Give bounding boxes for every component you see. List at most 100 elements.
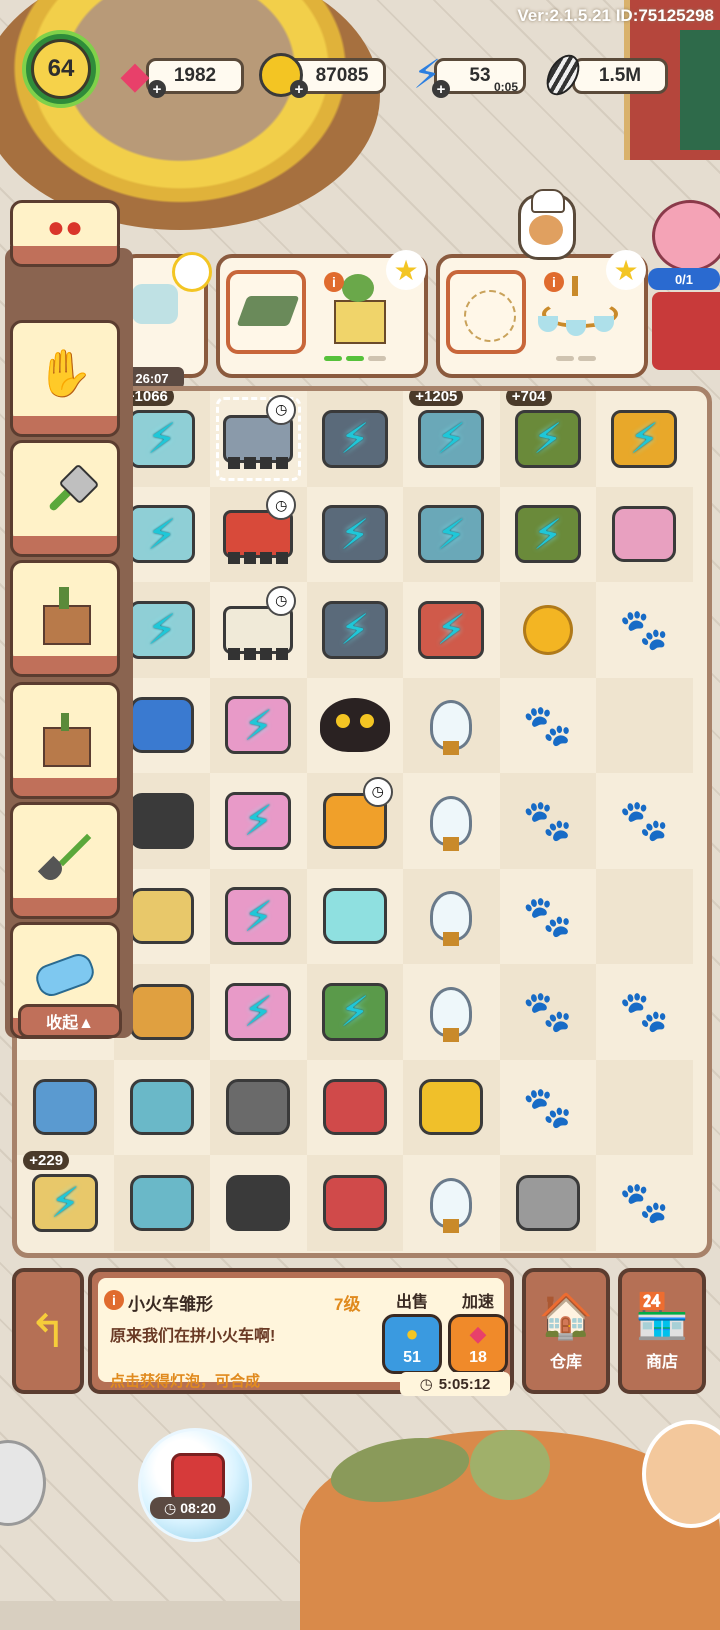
bulb-big-item[interactable] bbox=[415, 976, 487, 1048]
bolt-tower-item[interactable]: ⚡ bbox=[512, 498, 584, 570]
board-cell[interactable] bbox=[307, 869, 404, 965]
bolt-pot2-item[interactable]: ⚡ +229 bbox=[23, 1150, 101, 1239]
board-cell[interactable]: ⚡ bbox=[596, 391, 693, 487]
board-cell[interactable]: ⚡ +229 bbox=[17, 1150, 114, 1251]
bolt-cart-item[interactable]: ⚡ bbox=[319, 594, 391, 666]
board-cell[interactable] bbox=[403, 868, 500, 964]
side-card-shovel[interactable] bbox=[10, 802, 120, 919]
board-cell[interactable] bbox=[114, 1060, 211, 1156]
board-cell[interactable] bbox=[403, 773, 500, 869]
board-cell[interactable] bbox=[403, 677, 500, 773]
board-cell[interactable]: ⚡ bbox=[403, 582, 500, 678]
bolt-flowers-item[interactable]: ⚡ bbox=[222, 689, 294, 761]
speed-button[interactable]: ◆ 18 bbox=[448, 1314, 508, 1374]
board-cell[interactable] bbox=[403, 1059, 500, 1155]
board-cell[interactable] bbox=[499, 1155, 596, 1251]
icecream-item[interactable] bbox=[608, 498, 680, 570]
bolt-pot-item[interactable]: ⚡ bbox=[608, 403, 680, 475]
side-card-gloves[interactable]: ✋ bbox=[10, 320, 120, 437]
board-cell[interactable]: 🐾 bbox=[596, 964, 693, 1060]
side-card-axe[interactable] bbox=[10, 440, 120, 557]
train-engine-item[interactable]: ◷ bbox=[222, 394, 297, 475]
radio-item[interactable] bbox=[126, 976, 198, 1048]
board-cell[interactable] bbox=[596, 677, 693, 773]
board-cell[interactable]: 🐾 bbox=[596, 773, 693, 869]
bolt-cabinet-item[interactable]: ⚡ bbox=[126, 594, 198, 666]
collapse-button[interactable]: 收起▲ bbox=[18, 1004, 122, 1038]
item-info-icon[interactable]: i bbox=[104, 1290, 124, 1310]
board-cell[interactable] bbox=[17, 1059, 114, 1155]
bulb-round-item[interactable] bbox=[415, 785, 487, 857]
order-card-2[interactable]: i ★ bbox=[436, 250, 648, 378]
order-info-icon[interactable]: i bbox=[544, 272, 564, 292]
side-card-planter-2[interactable] bbox=[10, 682, 120, 799]
board-cell[interactable]: 🐾 bbox=[500, 678, 597, 774]
board-cell[interactable] bbox=[306, 1155, 403, 1251]
bulb-small-item[interactable] bbox=[415, 689, 487, 761]
board-cell[interactable]: 🐾 bbox=[500, 1060, 597, 1156]
board-cell[interactable] bbox=[596, 1059, 693, 1155]
level-badge[interactable]: 64 bbox=[22, 30, 100, 108]
tires-item[interactable] bbox=[222, 1167, 294, 1239]
board-cell[interactable]: ◷ bbox=[210, 391, 307, 487]
bolt-wheelbarrow-item[interactable]: ⚡ bbox=[415, 594, 487, 666]
energy-plus-icon[interactable]: + bbox=[432, 80, 450, 98]
bulb-filament-item[interactable] bbox=[415, 880, 487, 952]
gift-bubble[interactable] bbox=[138, 1428, 252, 1542]
piggy-bank-icon[interactable] bbox=[652, 200, 720, 272]
side-card-mushrooms[interactable]: ●● bbox=[10, 200, 120, 267]
bolt-cart-item[interactable]: ⚡ bbox=[319, 498, 391, 570]
board-cell[interactable]: ◷ bbox=[210, 486, 307, 582]
board-cell[interactable]: ⚡ bbox=[210, 964, 307, 1060]
board-cell[interactable] bbox=[210, 1059, 307, 1155]
board-cell[interactable]: ⚡ bbox=[210, 677, 307, 773]
bolt-flowers-item[interactable]: ⚡ bbox=[222, 785, 294, 857]
board-cell[interactable]: 🐾 bbox=[596, 582, 693, 678]
bolt-flowers-item[interactable]: ⚡ bbox=[222, 880, 294, 952]
glass-item[interactable] bbox=[319, 880, 391, 952]
sell-button[interactable]: ● 51 bbox=[382, 1314, 442, 1374]
board-cell[interactable]: 🐾 bbox=[596, 1155, 693, 1251]
board-cell[interactable]: ⚡ bbox=[307, 487, 404, 583]
order-card-partial[interactable] bbox=[120, 252, 212, 378]
arcade-item[interactable] bbox=[29, 1071, 101, 1143]
bolt-cart-item[interactable]: ⚡ bbox=[319, 403, 391, 475]
cat-item[interactable] bbox=[319, 689, 391, 761]
board-cell[interactable]: 🐾 bbox=[500, 869, 597, 965]
board-cell[interactable] bbox=[596, 486, 693, 582]
spotlight-item[interactable] bbox=[126, 785, 198, 857]
board-cell[interactable]: ⚡ bbox=[306, 391, 403, 487]
teapot-item[interactable] bbox=[126, 1071, 198, 1143]
board-cell[interactable] bbox=[210, 1155, 307, 1251]
board-cell[interactable]: ◷ bbox=[210, 582, 307, 678]
piggy-panel[interactable] bbox=[652, 292, 720, 370]
board-cell[interactable] bbox=[113, 1155, 210, 1251]
bolt-kit-item[interactable]: ⚡ +1205 bbox=[409, 391, 487, 475]
red-engine-item[interactable]: ◷ bbox=[222, 490, 297, 570]
lamp-item[interactable] bbox=[126, 880, 198, 952]
back-button[interactable]: ↰ bbox=[12, 1268, 84, 1394]
board-cell[interactable]: ⚡ +1205 bbox=[403, 391, 500, 487]
board-cell[interactable]: ◷ bbox=[306, 773, 403, 869]
board-cell[interactable]: ⚡ bbox=[403, 486, 500, 582]
board-cell[interactable] bbox=[307, 678, 404, 774]
block-item[interactable] bbox=[222, 1071, 294, 1143]
gem-plus-icon[interactable]: + bbox=[148, 80, 166, 98]
bolt-plant-item[interactable]: ⚡ bbox=[319, 976, 391, 1048]
board-cell[interactable]: ⚡ +704 bbox=[499, 391, 596, 487]
bolt-flowers-item[interactable]: ⚡ bbox=[222, 976, 294, 1048]
order-info-icon[interactable]: i bbox=[324, 272, 344, 292]
board-cell[interactable] bbox=[596, 868, 693, 964]
bolt-cabinet-item[interactable]: ⚡ bbox=[126, 498, 198, 570]
chef-hamster-avatar[interactable] bbox=[518, 189, 576, 260]
boot-item[interactable] bbox=[126, 689, 198, 761]
board-cell[interactable]: 🐾 bbox=[499, 964, 596, 1060]
board-cell[interactable]: ⚡ bbox=[306, 964, 403, 1060]
board-cell[interactable]: ⚡ bbox=[500, 487, 597, 583]
order-card-1[interactable]: i ★ bbox=[216, 250, 428, 378]
flashlight-item[interactable] bbox=[415, 1071, 487, 1143]
side-card-planter[interactable] bbox=[10, 560, 120, 677]
board-cell[interactable] bbox=[403, 964, 500, 1060]
board-cell[interactable]: ⚡ bbox=[306, 582, 403, 678]
bolt-kit-item[interactable]: ⚡ bbox=[415, 498, 487, 570]
